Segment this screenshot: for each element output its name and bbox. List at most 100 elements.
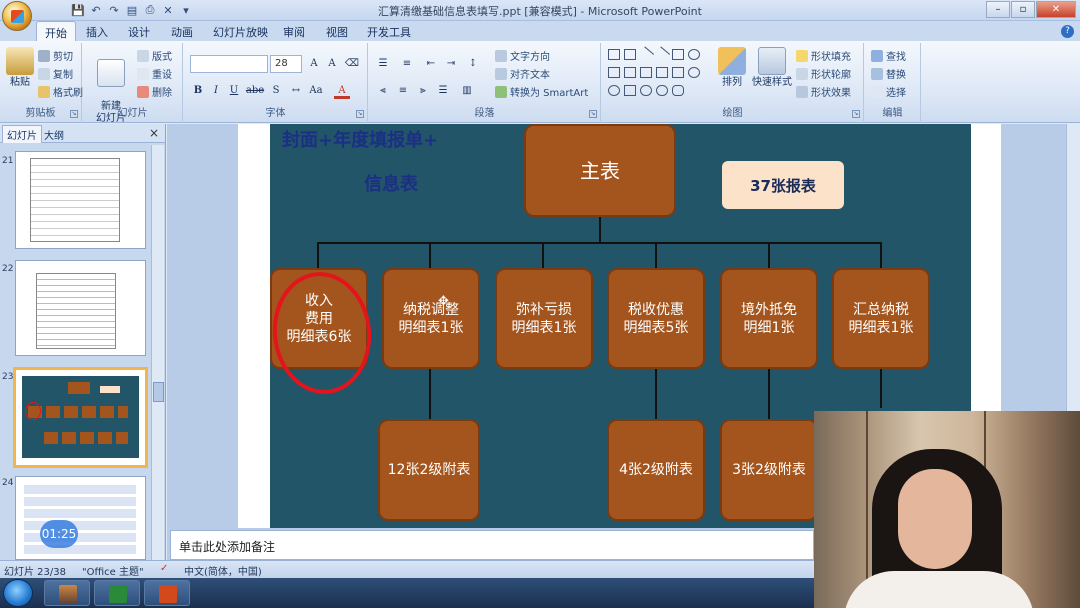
- numbering-icon[interactable]: ≡: [399, 56, 415, 72]
- textbox-shape-icon[interactable]: [608, 49, 620, 60]
- strike-button[interactable]: abe: [244, 83, 266, 99]
- node-sub-foreign-credit[interactable]: 3张2级附表: [720, 419, 818, 521]
- arrange-button[interactable]: 排列: [714, 47, 750, 89]
- pane-scrollbar[interactable]: [151, 145, 164, 560]
- quick-styles-button[interactable]: 快速样式: [752, 47, 792, 89]
- triangle-shape-icon[interactable]: [624, 67, 636, 78]
- drawing-launcher-icon[interactable]: ↘: [852, 110, 860, 118]
- shadow-button[interactable]: S: [268, 83, 284, 99]
- bullets-icon[interactable]: ☰: [375, 56, 391, 72]
- oval-shape-icon[interactable]: [688, 49, 700, 60]
- align-center-icon[interactable]: ≡: [395, 83, 411, 99]
- shrink-font-icon[interactable]: A: [324, 56, 340, 72]
- find-button[interactable]: 查找: [871, 48, 906, 63]
- font-size-field[interactable]: 28: [270, 55, 302, 73]
- node-sub-tax-adjustment[interactable]: 12张2级附表: [378, 419, 480, 521]
- layout-button[interactable]: 版式: [137, 48, 172, 63]
- decrease-indent-icon[interactable]: ⇤: [423, 56, 439, 72]
- tab-home[interactable]: 开始: [36, 21, 76, 41]
- brace-shape-icon[interactable]: [672, 85, 684, 96]
- close-pane-icon[interactable]: ×: [149, 126, 159, 140]
- tab-review[interactable]: 审阅: [283, 24, 305, 40]
- restore-button[interactable]: ▫: [1011, 1, 1035, 18]
- elbow-shape-icon[interactable]: [640, 67, 652, 78]
- save-icon[interactable]: 💾: [70, 2, 86, 18]
- tab-view[interactable]: 视图: [326, 24, 348, 40]
- slide-thumbnail[interactable]: [15, 260, 146, 356]
- shape-effects-button[interactable]: 形状效果: [796, 84, 851, 99]
- paragraph-launcher-icon[interactable]: ↘: [589, 110, 597, 118]
- shape-fill-button[interactable]: 形状填充: [796, 48, 851, 63]
- slide-thumbnail[interactable]: [15, 476, 146, 560]
- node-tax-adjustment[interactable]: 纳税调整 明细表1张: [382, 268, 480, 369]
- reset-button[interactable]: 重设: [137, 66, 172, 81]
- vtextbox-shape-icon[interactable]: [624, 49, 636, 60]
- taskbar-powerpoint-app[interactable]: [144, 580, 190, 606]
- undo-icon[interactable]: ↶: [88, 2, 104, 18]
- node-foreign-credit[interactable]: 境外抵免 明细1张: [720, 268, 818, 369]
- smartart-button[interactable]: 转换为 SmartArt: [495, 84, 588, 99]
- start-button[interactable]: [3, 579, 33, 607]
- notes-pane[interactable]: 单击此处添加备注: [170, 530, 814, 560]
- help-icon[interactable]: ?: [1061, 25, 1074, 38]
- paste-button[interactable]: 粘贴: [3, 47, 37, 89]
- minimize-button[interactable]: –: [986, 1, 1010, 18]
- rectangle-shape-icon[interactable]: [672, 49, 684, 60]
- spellcheck-icon[interactable]: ✓: [160, 563, 168, 574]
- tab-animations[interactable]: 动画: [171, 24, 193, 40]
- node-consolidated-tax[interactable]: 汇总纳税 明细表1张: [832, 268, 930, 369]
- node-sub-tax-incentive[interactable]: 4张2级附表: [607, 419, 705, 521]
- tab-insert[interactable]: 插入: [86, 24, 108, 40]
- slide-scrollbar[interactable]: [1066, 124, 1080, 414]
- star-shape-icon[interactable]: [688, 67, 700, 78]
- taskbar-excel-app[interactable]: [94, 580, 140, 606]
- align-right-icon[interactable]: ⫸: [415, 83, 431, 99]
- callout-shape-icon[interactable]: [624, 85, 636, 96]
- node-main-table[interactable]: 主表: [524, 124, 676, 217]
- replace-button[interactable]: 替换: [871, 66, 906, 81]
- font-name-field[interactable]: [190, 55, 268, 73]
- freeform-shape-icon[interactable]: [656, 85, 668, 96]
- grow-font-icon[interactable]: A: [306, 56, 322, 72]
- change-case-icon[interactable]: Aa: [308, 83, 324, 99]
- down-arrow-shape-icon[interactable]: [672, 67, 684, 78]
- tab-slides[interactable]: 幻灯片: [2, 125, 42, 143]
- curve-shape-icon[interactable]: [640, 85, 652, 96]
- arrow-shape-icon[interactable]: [653, 46, 671, 63]
- right-arrow-shape-icon[interactable]: [656, 67, 668, 78]
- clipboard-launcher-icon[interactable]: ↘: [70, 110, 78, 118]
- tab-slideshow[interactable]: 幻灯片放映: [213, 24, 268, 40]
- office-button[interactable]: [2, 1, 32, 31]
- taskbar-archive-app[interactable]: [44, 580, 90, 606]
- italic-button[interactable]: I: [208, 83, 224, 99]
- close-button[interactable]: ✕: [1036, 1, 1076, 18]
- line-shape-icon[interactable]: [637, 46, 655, 63]
- print-icon[interactable]: ⎙: [142, 2, 158, 18]
- close-file-icon[interactable]: ✕: [160, 2, 176, 18]
- tab-outline[interactable]: 大纲: [44, 127, 64, 142]
- tab-design[interactable]: 设计: [128, 24, 150, 40]
- customize-qat-icon[interactable]: ▾: [178, 2, 194, 18]
- increase-indent-icon[interactable]: ⇥: [443, 56, 459, 72]
- justify-icon[interactable]: ☰: [435, 83, 451, 99]
- shape-outline-button[interactable]: 形状轮廓: [796, 66, 851, 81]
- format-painter-button[interactable]: 格式刷: [38, 84, 83, 99]
- tab-developer[interactable]: 开发工具: [367, 24, 411, 40]
- font-color-icon[interactable]: A: [334, 83, 350, 99]
- align-text-button[interactable]: 对齐文本: [495, 66, 550, 81]
- font-launcher-icon[interactable]: ↘: [356, 110, 364, 118]
- select-button[interactable]: 选择: [871, 84, 906, 99]
- slide-thumbnail-selected[interactable]: [13, 367, 148, 468]
- columns-icon[interactable]: ▥: [459, 83, 475, 99]
- underline-button[interactable]: U: [226, 83, 242, 99]
- bold-button[interactable]: B: [190, 83, 206, 99]
- node-tax-incentive[interactable]: 税收优惠 明细表5张: [607, 268, 705, 369]
- line-spacing-icon[interactable]: ↕: [465, 56, 481, 72]
- scroll-thumb[interactable]: [153, 382, 164, 402]
- clear-format-icon[interactable]: ⌫: [344, 56, 360, 72]
- copy-button[interactable]: 复制: [38, 66, 73, 81]
- node-loss-offset[interactable]: 弥补亏损 明细表1张: [495, 268, 593, 369]
- open-icon[interactable]: ▤: [124, 2, 140, 18]
- align-left-icon[interactable]: ⫷: [375, 83, 391, 99]
- rounded-rect-shape-icon[interactable]: [608, 67, 620, 78]
